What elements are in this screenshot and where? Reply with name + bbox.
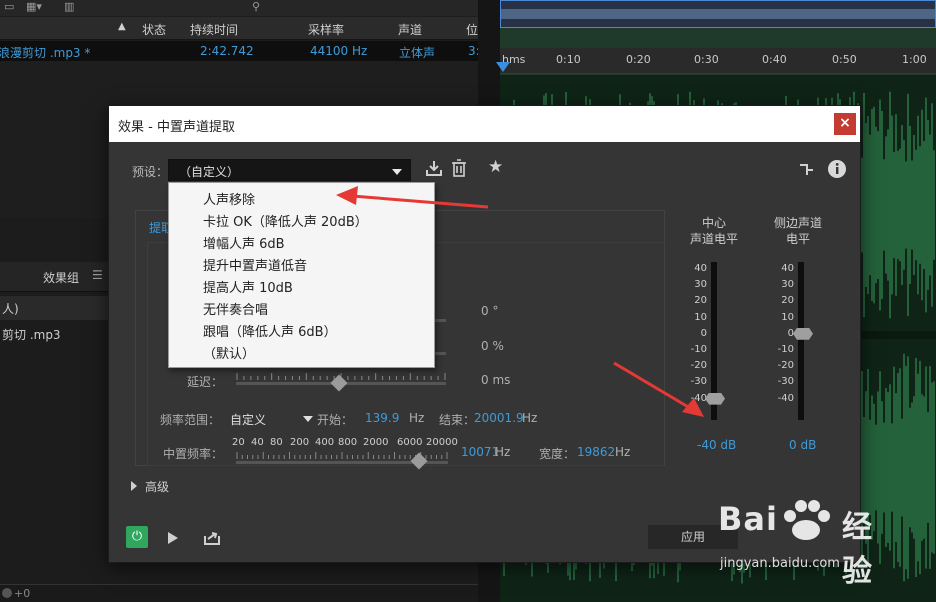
annotation-arrow <box>336 186 489 209</box>
watermark-brand: Bai <box>718 500 778 538</box>
watermark-url: jingyan.baidu.com <box>720 556 840 571</box>
watermark-brand-cn: 经验 <box>842 510 872 589</box>
annotation-arrow <box>613 361 704 417</box>
paw-logo-icon <box>784 500 830 540</box>
